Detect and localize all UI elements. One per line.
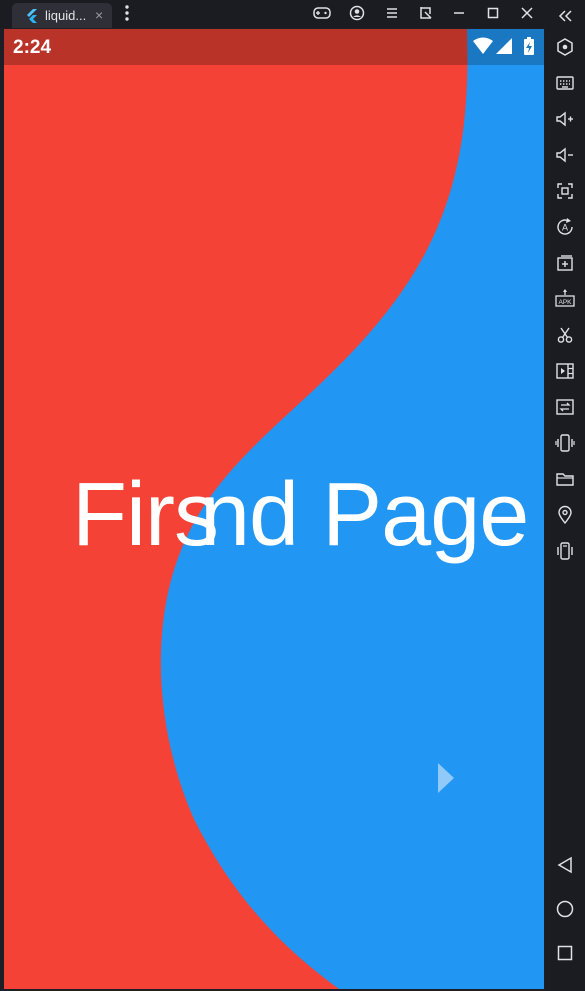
- close-icon[interactable]: [515, 2, 539, 24]
- chevron-right-icon[interactable]: [436, 762, 456, 799]
- vibrate-icon[interactable]: [553, 539, 577, 563]
- flutter-logo-icon: [26, 9, 38, 28]
- maximize-icon[interactable]: [481, 2, 505, 24]
- minimize-icon[interactable]: [447, 2, 471, 24]
- keyboard-icon[interactable]: [553, 71, 577, 95]
- volume-down-icon[interactable]: [553, 143, 577, 167]
- sync-icon[interactable]: [553, 395, 577, 419]
- svg-text:A: A: [562, 223, 568, 233]
- scissors-icon[interactable]: [553, 323, 577, 347]
- svg-text:APK: APK: [558, 299, 572, 306]
- page-title-overlay: Firs nd Page: [4, 465, 544, 565]
- screenshot-crop-icon[interactable]: [414, 2, 438, 24]
- fullscreen-icon[interactable]: [553, 179, 577, 203]
- add-screen-icon[interactable]: [553, 251, 577, 275]
- title-bar: liquid... ×: [0, 0, 585, 28]
- emulator-sidebar: A APK: [545, 0, 585, 991]
- menu-icon[interactable]: [380, 2, 404, 24]
- window-tab[interactable]: liquid... ×: [12, 3, 112, 28]
- tab-close-button[interactable]: ×: [95, 6, 103, 24]
- back-icon[interactable]: [553, 853, 577, 877]
- folder-icon[interactable]: [553, 467, 577, 491]
- home-icon[interactable]: [553, 897, 577, 921]
- cell-signal-icon: [496, 38, 512, 54]
- apk-install-icon[interactable]: APK: [553, 287, 577, 311]
- page-title-first: Firs: [72, 465, 219, 565]
- recents-icon[interactable]: [553, 941, 577, 965]
- account-icon[interactable]: [345, 2, 369, 24]
- volume-up-icon[interactable]: [553, 107, 577, 131]
- status-time: 2:24: [13, 37, 52, 58]
- gamepad-icon[interactable]: [310, 2, 334, 24]
- battery-charging-icon: [524, 37, 534, 55]
- status-bar: 2:24: [4, 29, 544, 65]
- shake-icon[interactable]: [553, 431, 577, 455]
- video-record-icon[interactable]: [553, 359, 577, 383]
- tab-title: liquid...: [45, 8, 87, 23]
- location-icon[interactable]: [553, 503, 577, 527]
- wifi-icon: [473, 37, 493, 54]
- emulator-window: liquid... × 2:24 Firs nd Page A APK: [0, 0, 585, 991]
- status-icons: [472, 36, 536, 63]
- phone-screen[interactable]: 2:24 Firs nd Page: [4, 29, 544, 989]
- rotate-icon[interactable]: A: [553, 215, 577, 239]
- collapse-sidebar-icon[interactable]: [553, 4, 577, 28]
- page-title-second: nd Page: [200, 465, 529, 565]
- settings-hex-icon[interactable]: [553, 35, 577, 59]
- more-vertical-icon[interactable]: [121, 3, 133, 23]
